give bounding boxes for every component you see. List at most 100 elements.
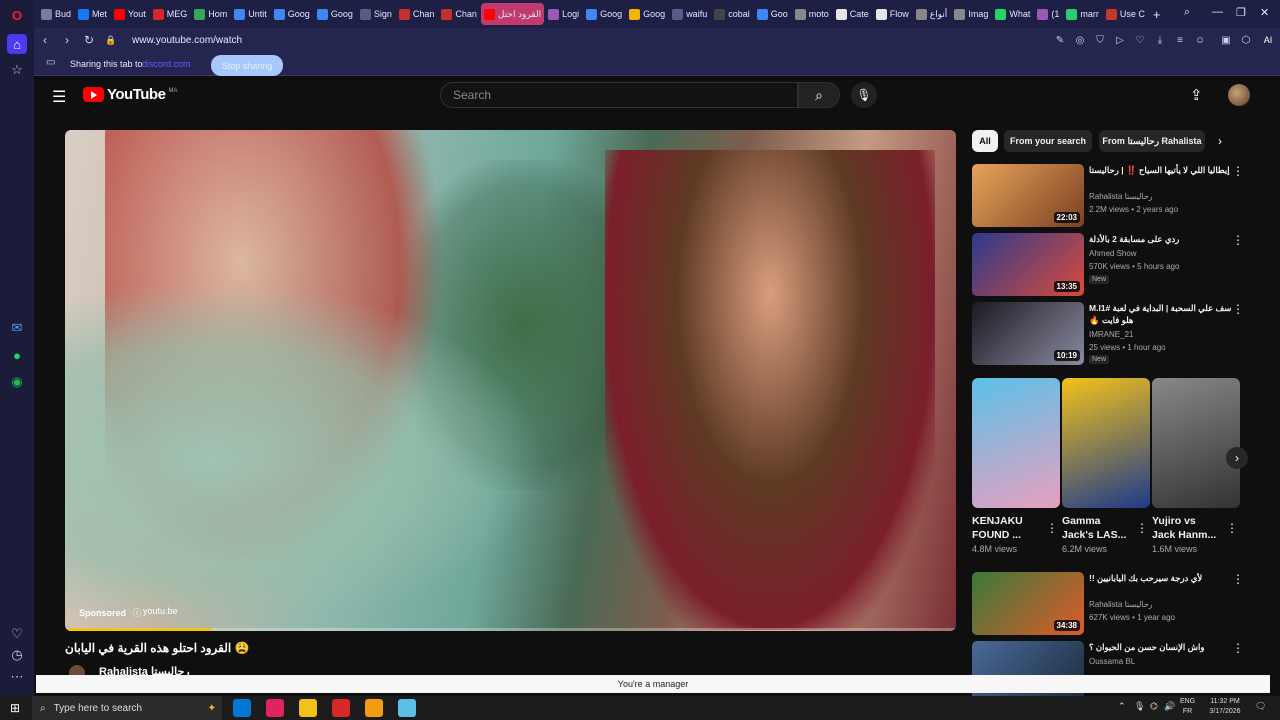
recommendation-thumbnail[interactable]: 34:38 [972,572,1084,635]
search-button[interactable]: ⌕ [798,82,840,108]
recommendation-channel[interactable]: Ahmed Show [1089,249,1137,258]
search-input[interactable] [440,82,798,108]
browser-tab[interactable]: cobal [711,3,753,25]
chevron-up-icon[interactable]: ⌃ [1118,701,1126,712]
youtube-logo[interactable]: YouTube MA [83,86,177,103]
heart-icon[interactable]: ♡ [7,624,27,644]
play-icon[interactable]: ▷ [1110,35,1130,46]
browser-tab[interactable]: Goog [314,3,356,25]
short-item[interactable]: KENJAKU FOUND ... 4.8M views ⋮ [972,378,1060,554]
whatsapp-icon[interactable]: ● [7,345,27,365]
browser-tab[interactable]: Goo [754,3,791,25]
more-options-icon[interactable]: ⋮ [1232,572,1244,586]
recommendation-channel[interactable]: Oussama BL [1089,657,1135,666]
recommendation-title[interactable]: سف علي السحبة | البداية في لعبة #M.I1 هل… [1089,302,1234,326]
recommendation-channel[interactable]: Rahalista رحاليستا [1089,600,1153,609]
voice-search-button[interactable]: 🎙 [851,82,877,108]
notification-icon[interactable]: 🗨 [1255,701,1266,712]
video-player[interactable]: Sponsored ⓘ youtu.be [65,130,956,631]
browser-tab[interactable]: Goog [271,3,313,25]
taskbar-app-icon[interactable] [233,699,251,717]
edit-icon[interactable]: ✎ [1050,35,1070,46]
more-options-icon[interactable]: ⋮ [1232,233,1244,247]
ad-domain[interactable]: youtu.be [143,606,178,616]
browser-tab[interactable]: Flow [873,3,912,25]
short-thumbnail[interactable] [1152,378,1240,508]
more-icon[interactable]: ⋯ [7,667,27,687]
recommendation-title[interactable]: لأي درجة سيرحب بك اليابانيين !! [1089,572,1234,584]
taskbar-app-icon[interactable] [332,699,350,717]
browser-tab[interactable]: Chan [438,3,480,25]
progress-bar[interactable] [65,628,956,631]
recommendation-item[interactable]: 34:38 لأي درجة سيرحب بك اليابانيين !! Raha… [972,572,1252,636]
hamburger-menu-icon[interactable]: ☰ [52,87,68,107]
browser-tab[interactable]: Use C [1103,3,1148,25]
ad-info-icon[interactable]: ⓘ [133,608,142,618]
maximize-icon[interactable]: ❐ [1236,6,1246,19]
mic-tray-icon[interactable]: 🎙 [1134,701,1145,712]
browser-tab[interactable]: Yout [111,3,149,25]
filter-chip[interactable]: From رحاليستا Rahalista [1099,130,1205,152]
heart-outline-icon[interactable]: ♡ [1130,35,1150,46]
short-item[interactable]: Gamma Jack's LAS... 6.2M views ⋮ [1062,378,1150,554]
browser-tab[interactable]: (1 [1034,3,1062,25]
more-options-icon[interactable]: ⋮ [1046,521,1058,535]
browser-tab[interactable]: MEG [150,3,191,25]
home-icon[interactable]: ⌂ [7,34,27,54]
recommendation-thumbnail[interactable]: 10:19 [972,302,1084,365]
browser-tab[interactable]: marr [1063,3,1102,25]
short-thumbnail[interactable] [1062,378,1150,508]
messenger-icon[interactable]: ✉ [7,318,27,338]
more-options-icon[interactable]: ⋮ [1226,521,1238,535]
shorts-next-button[interactable]: › [1226,447,1248,469]
browser-tab[interactable]: Chan [396,3,438,25]
forward-icon[interactable]: › [56,33,78,47]
browser-tab[interactable]: أنواع [913,3,951,25]
network-icon[interactable]: ⌬ [1150,701,1158,712]
new-tab-icon[interactable]: + [1153,7,1161,22]
browser-tab[interactable]: Logi [545,3,582,25]
browser-tab[interactable]: Met [75,3,110,25]
recommendation-channel[interactable]: Rahalista رحاليستا [1089,192,1153,201]
taskbar-search[interactable]: ⌕ Type here to search ✦ [32,696,222,720]
recommendation-title[interactable]: واش الإنسان حسن من الحيوان ؟ [1089,641,1234,653]
history-icon[interactable]: ◷ [7,645,27,665]
reload-icon[interactable]: ↻ [78,33,100,47]
more-options-icon[interactable]: ⋮ [1232,164,1244,178]
account-avatar[interactable] [1228,84,1250,106]
more-options-icon[interactable]: ⋮ [1136,521,1148,535]
more-options-icon[interactable]: ⋮ [1232,641,1244,655]
language-indicator[interactable]: ENG FR [1180,697,1195,717]
browser-tab[interactable]: Untit [231,3,270,25]
profile-icon[interactable]: ☺ [1190,35,1210,46]
browser-tab[interactable]: Goog [583,3,625,25]
chips-next-icon[interactable]: › [1218,134,1222,148]
recommendation-title[interactable]: ردي على مسابقة 2 بالأدلة [1089,233,1234,245]
aria-ai-button[interactable]: AI [1256,35,1280,45]
close-window-icon[interactable]: ✕ [1260,6,1269,19]
filter-chip[interactable]: All [972,130,998,152]
camera-icon[interactable]: ◎ [1070,35,1090,46]
browser-tab[interactable]: Goog [626,3,668,25]
browser-tab[interactable]: القرود احتل [480,3,545,25]
upload-icon[interactable]: ⇪ [1190,86,1203,104]
short-item[interactable]: Yujiro vs Jack Hanm... 1.6M views ⋮ [1152,378,1240,554]
browser-tab[interactable]: moto [792,3,832,25]
browser-tab[interactable]: Bud [38,3,74,25]
url-field[interactable]: www.youtube.com/watch [132,35,242,46]
menu-lines-icon[interactable]: ≡ [1170,35,1190,46]
browser-tab[interactable]: Hom [191,3,230,25]
stop-sharing-button[interactable]: Stop sharing [211,55,283,76]
back-icon[interactable]: ‹ [34,33,56,47]
taskbar-app-icon[interactable] [266,699,284,717]
recommendation-item[interactable]: 13:35 ردي على مسابقة 2 بالأدلة Ahmed Show 5… [972,233,1252,297]
cube-icon[interactable]: ⬡ [1236,35,1256,46]
recommendation-channel[interactable]: IMRANE_21 [1089,330,1133,339]
spotify-icon[interactable]: ◉ [7,372,27,392]
more-options-icon[interactable]: ⋮ [1232,302,1244,316]
browser-tab[interactable]: Cate [833,3,872,25]
recommendation-title[interactable]: إيطاليا اللي لا يأتيها السياح ‼️ | رحالي… [1089,164,1234,176]
browser-tab[interactable]: waifu [669,3,710,25]
browser-tab[interactable]: What [992,3,1033,25]
clock[interactable]: 11:32 PM 3/17/2026 [1205,697,1245,717]
